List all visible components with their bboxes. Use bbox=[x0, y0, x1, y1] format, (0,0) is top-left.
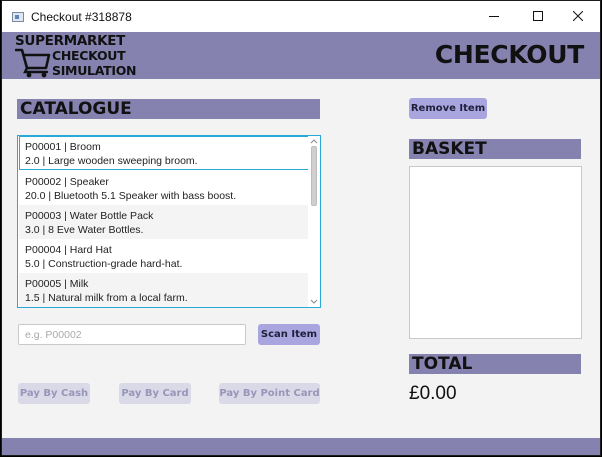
logo-line-2: CHECKOUT bbox=[52, 48, 126, 63]
scrollbar-thumb[interactable] bbox=[311, 146, 317, 206]
pay-by-card-button[interactable]: Pay By Card bbox=[119, 383, 191, 404]
item-title: P00001 | Broom bbox=[25, 141, 101, 153]
minimize-button[interactable] bbox=[472, 1, 516, 32]
shopping-cart-icon bbox=[15, 48, 51, 78]
basket-heading: BASKET bbox=[409, 139, 581, 159]
app-logo: SUPERMARKET CHECKOUT SIMULATION bbox=[14, 32, 136, 79]
title-bar: Checkout #318878 bbox=[2, 1, 600, 32]
product-code-input[interactable] bbox=[18, 324, 246, 345]
list-item[interactable]: P00003 | Water Bottle Pack 3.0 | 8 Eve W… bbox=[19, 205, 309, 239]
checkout-window: Checkout #318878 SUPERMARKET CHECKOUT SI… bbox=[1, 0, 601, 456]
pay-by-cash-button[interactable]: Pay By Cash bbox=[18, 383, 90, 404]
item-title: P00002 | Speaker bbox=[25, 176, 109, 188]
close-button[interactable] bbox=[556, 1, 600, 32]
minimize-icon bbox=[489, 16, 499, 17]
catalogue-list[interactable]: P00001 | Broom 2.0 | Large wooden sweepi… bbox=[17, 135, 321, 308]
item-detail: 3.0 | 8 Eve Water Bottles. bbox=[25, 224, 144, 236]
basket-list[interactable] bbox=[409, 166, 582, 339]
item-title: P00003 | Water Bottle Pack bbox=[25, 210, 154, 222]
item-detail: 20.0 | Bluetooth 5.1 Speaker with bass b… bbox=[25, 190, 237, 202]
item-detail: 5.0 | Construction-grade hard-hat. bbox=[25, 258, 183, 270]
logo-line-3: SIMULATION bbox=[52, 63, 137, 78]
pay-by-point-card-button[interactable]: Pay By Point Card bbox=[219, 383, 320, 404]
list-item[interactable]: P00002 | Speaker 20.0 | Bluetooth 5.1 Sp… bbox=[19, 171, 309, 205]
app-header: SUPERMARKET CHECKOUT SIMULATION CHECKOUT bbox=[2, 32, 600, 79]
scroll-up-icon[interactable] bbox=[310, 138, 318, 144]
catalogue-heading: CATALOGUE bbox=[17, 99, 320, 119]
list-item[interactable]: P00005 | Milk 1.5 | Natural milk from a … bbox=[19, 273, 309, 307]
remove-item-button[interactable]: Remove Item bbox=[409, 98, 487, 119]
catalogue-scrollbar[interactable] bbox=[308, 136, 320, 307]
scan-item-button[interactable]: Scan Item bbox=[258, 324, 320, 345]
item-detail: 2.0 | Large wooden sweeping broom. bbox=[25, 155, 198, 167]
list-item[interactable]: P00001 | Broom 2.0 | Large wooden sweepi… bbox=[19, 136, 309, 170]
total-heading: TOTAL bbox=[409, 354, 581, 374]
app-icon bbox=[12, 12, 24, 22]
total-amount: £0.00 bbox=[409, 383, 457, 404]
item-detail: 1.5 | Natural milk from a local farm. bbox=[25, 292, 188, 304]
list-item[interactable]: P00004 | Hard Hat 5.0 | Construction-gra… bbox=[19, 239, 309, 273]
scroll-down-icon[interactable] bbox=[310, 299, 318, 305]
item-title: P00004 | Hard Hat bbox=[25, 244, 112, 256]
page-title: CHECKOUT bbox=[434, 40, 584, 69]
window-title: Checkout #318878 bbox=[31, 10, 132, 24]
item-title: P00005 | Milk bbox=[25, 278, 89, 290]
close-icon bbox=[573, 11, 583, 21]
maximize-icon bbox=[533, 11, 543, 21]
app-footer bbox=[2, 438, 600, 455]
maximize-button[interactable] bbox=[516, 1, 560, 32]
